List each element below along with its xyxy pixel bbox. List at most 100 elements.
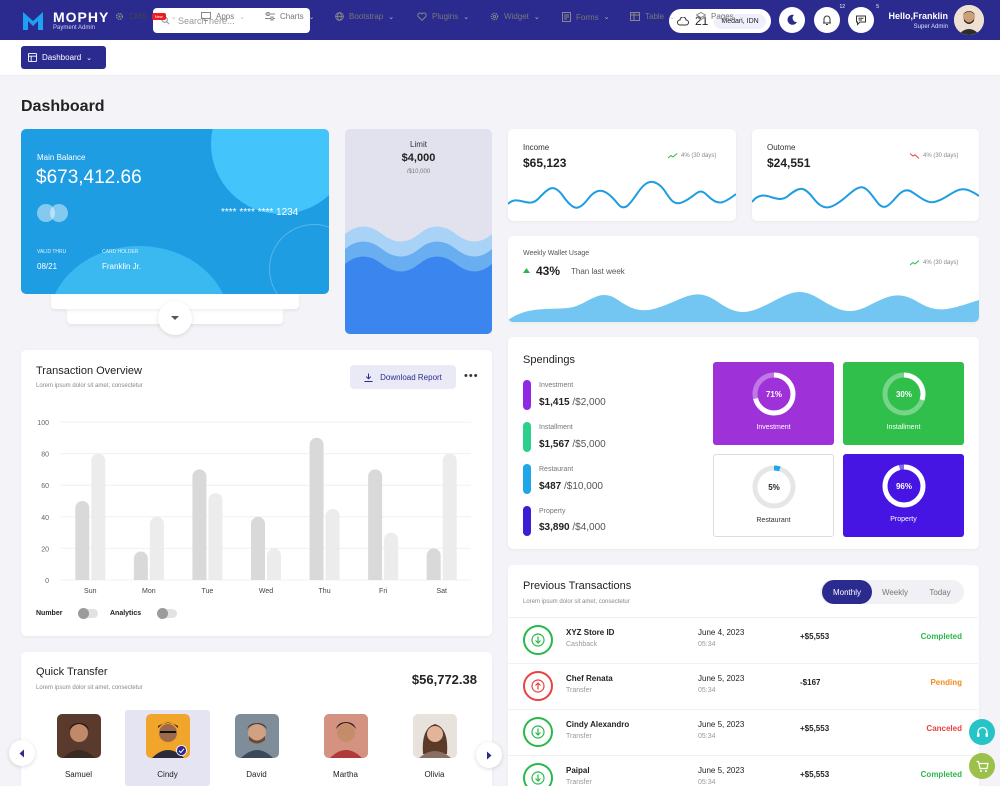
y-tick-label: 0 [45,578,49,585]
bar-base [309,573,324,580]
contact-name: Cindy [157,770,178,779]
spending-total: /$5,000 [572,439,606,450]
transaction-row[interactable]: Paipal Transfer June 5, 2023 05:34 +$5,5… [508,755,978,786]
more-options-icon[interactable]: ••• [464,370,479,382]
contact-david[interactable]: David [214,710,299,786]
status-badge: Canceled [926,724,962,733]
arrow-up-icon [523,671,553,701]
nav-label-dashboard: Dashboard [42,53,82,62]
restaurant-tile[interactable]: 5% Restaurant [713,454,834,537]
chevron-right-icon [487,751,492,759]
x-tick-label: Wed [259,588,273,595]
contact-olivia[interactable]: Olivia [392,710,477,786]
number-toggle[interactable] [78,608,98,619]
bar-base [91,573,106,580]
transaction-date: June 4, 2023 [698,628,745,637]
nav-item-dashboard[interactable]: Dashboard ⌄ [21,46,106,69]
bar[interactable] [192,469,207,580]
user-greeting[interactable]: Hello,Franklin Super Admin [888,11,948,30]
donut-percent: 30% [895,390,911,399]
bar-base [251,573,265,580]
messages-button[interactable]: 5 [848,4,879,33]
nav-item-pages[interactable]: Pages ⌄ [696,12,745,21]
download-report-label: Download Report [380,372,442,382]
bar[interactable] [384,532,399,580]
support-button[interactable] [969,719,995,745]
user-name: Hello,Franklin [888,11,948,21]
nav-item-bootstrap[interactable]: Bootstrap ⌄ [335,12,394,21]
bell-icon [823,15,831,25]
notifications-button[interactable]: 12 [814,4,845,33]
expand-cards-button[interactable] [158,301,192,335]
income-label: Income [523,143,550,152]
bar[interactable] [75,501,90,580]
nav-item-apps[interactable]: Apps ⌄ [201,12,245,21]
transaction-row[interactable]: Cindy Alexandro Transfer June 5, 2023 05… [508,709,978,755]
spending-total: /$10,000 [564,481,603,492]
tab-weekly[interactable]: Weekly [872,580,918,604]
outcome-label: Outome [767,143,796,152]
bar[interactable] [149,516,164,580]
bar[interactable] [91,453,106,580]
carousel-next-button[interactable] [476,742,502,768]
download-report-button[interactable]: Download Report [350,365,456,389]
installment-tile[interactable]: 30% Installment [843,362,964,445]
transaction-type: Transfer [566,687,592,694]
chat-icon [856,15,866,26]
trend-up-icon [668,153,678,159]
investment-tile[interactable]: 71% Investment [713,362,834,445]
nav-item-table[interactable]: Table ⌄ [630,12,675,21]
overview-subtitle: Lorem ipsum dolor sit amet, consectetur [36,383,143,389]
bar[interactable] [442,453,457,580]
analytics-toggle[interactable] [157,608,177,619]
contact-cindy[interactable]: Cindy [125,710,210,786]
bar[interactable] [368,469,383,580]
transaction-row[interactable]: Chef Renata Transfer June 5, 2023 05:34 … [508,663,978,709]
nav-item-widget[interactable]: Widget ⌄ [490,12,540,21]
tab-monthly[interactable]: Monthly [822,580,872,604]
trend-up-icon [910,260,920,266]
outcome-trend: 4% (30 days) [910,153,958,159]
transactions-title: Previous Transactions [523,580,632,592]
transaction-time: 05:34 [698,687,716,694]
main-balance-card[interactable]: Main Balance $673,412.66 **** **** **** … [21,129,329,294]
dark-mode-button[interactable] [779,7,805,33]
toggle-knob [78,608,89,619]
transaction-name: Paipal [566,766,590,775]
card-brand-circle [50,204,68,222]
chevron-down-icon: ⌄ [669,13,675,21]
spending-label: Restaurant [539,466,574,473]
transaction-type: Transfer [566,779,592,786]
transaction-row[interactable]: XYZ Store ID Cashback June 4, 2023 05:34… [508,617,978,663]
carousel-prev-button[interactable] [9,740,35,766]
x-tick-label: Sun [84,588,97,595]
nav-item-charts[interactable]: Charts ⌄ [265,12,314,21]
bar[interactable] [208,493,223,580]
property-tile[interactable]: 96% Property [843,454,964,537]
contact-samuel[interactable]: Samuel [36,710,121,786]
spending-value: $1,415 /$2,000 [539,397,606,408]
user-avatar[interactable] [954,5,984,35]
wallet-area-chart [508,291,979,322]
card-holder-value: Franklin Jr. [102,262,142,271]
cart-button[interactable] [969,753,995,779]
outcome-card: Outome $24,551 4% (30 days) [752,129,979,221]
contact-martha[interactable]: Martha [303,710,388,786]
x-tick-label: Sat [436,588,447,595]
nav-item-plugins[interactable]: Plugins ⌄ [417,12,469,21]
x-tick-label: Tue [202,588,214,595]
bar-base [442,573,457,580]
tab-today[interactable]: Today [918,580,962,604]
transactions-subtitle: Lorem ipsum dolor sit amet, consectetur [523,599,630,605]
outcome-value: $24,551 [767,156,811,170]
nav-label-widget: Widget [504,12,529,21]
toggle-number-label: Number [36,610,63,617]
nav-item-cms[interactable]: CMS New ⌄ [115,12,177,21]
bar-base [267,573,281,580]
bar[interactable] [325,508,340,580]
transaction-name: Chef Renata [566,674,613,683]
bar[interactable] [309,437,324,580]
nav-item-forms[interactable]: Forms ⌄ [562,12,610,22]
avatar [56,714,101,758]
bar[interactable] [251,516,265,580]
